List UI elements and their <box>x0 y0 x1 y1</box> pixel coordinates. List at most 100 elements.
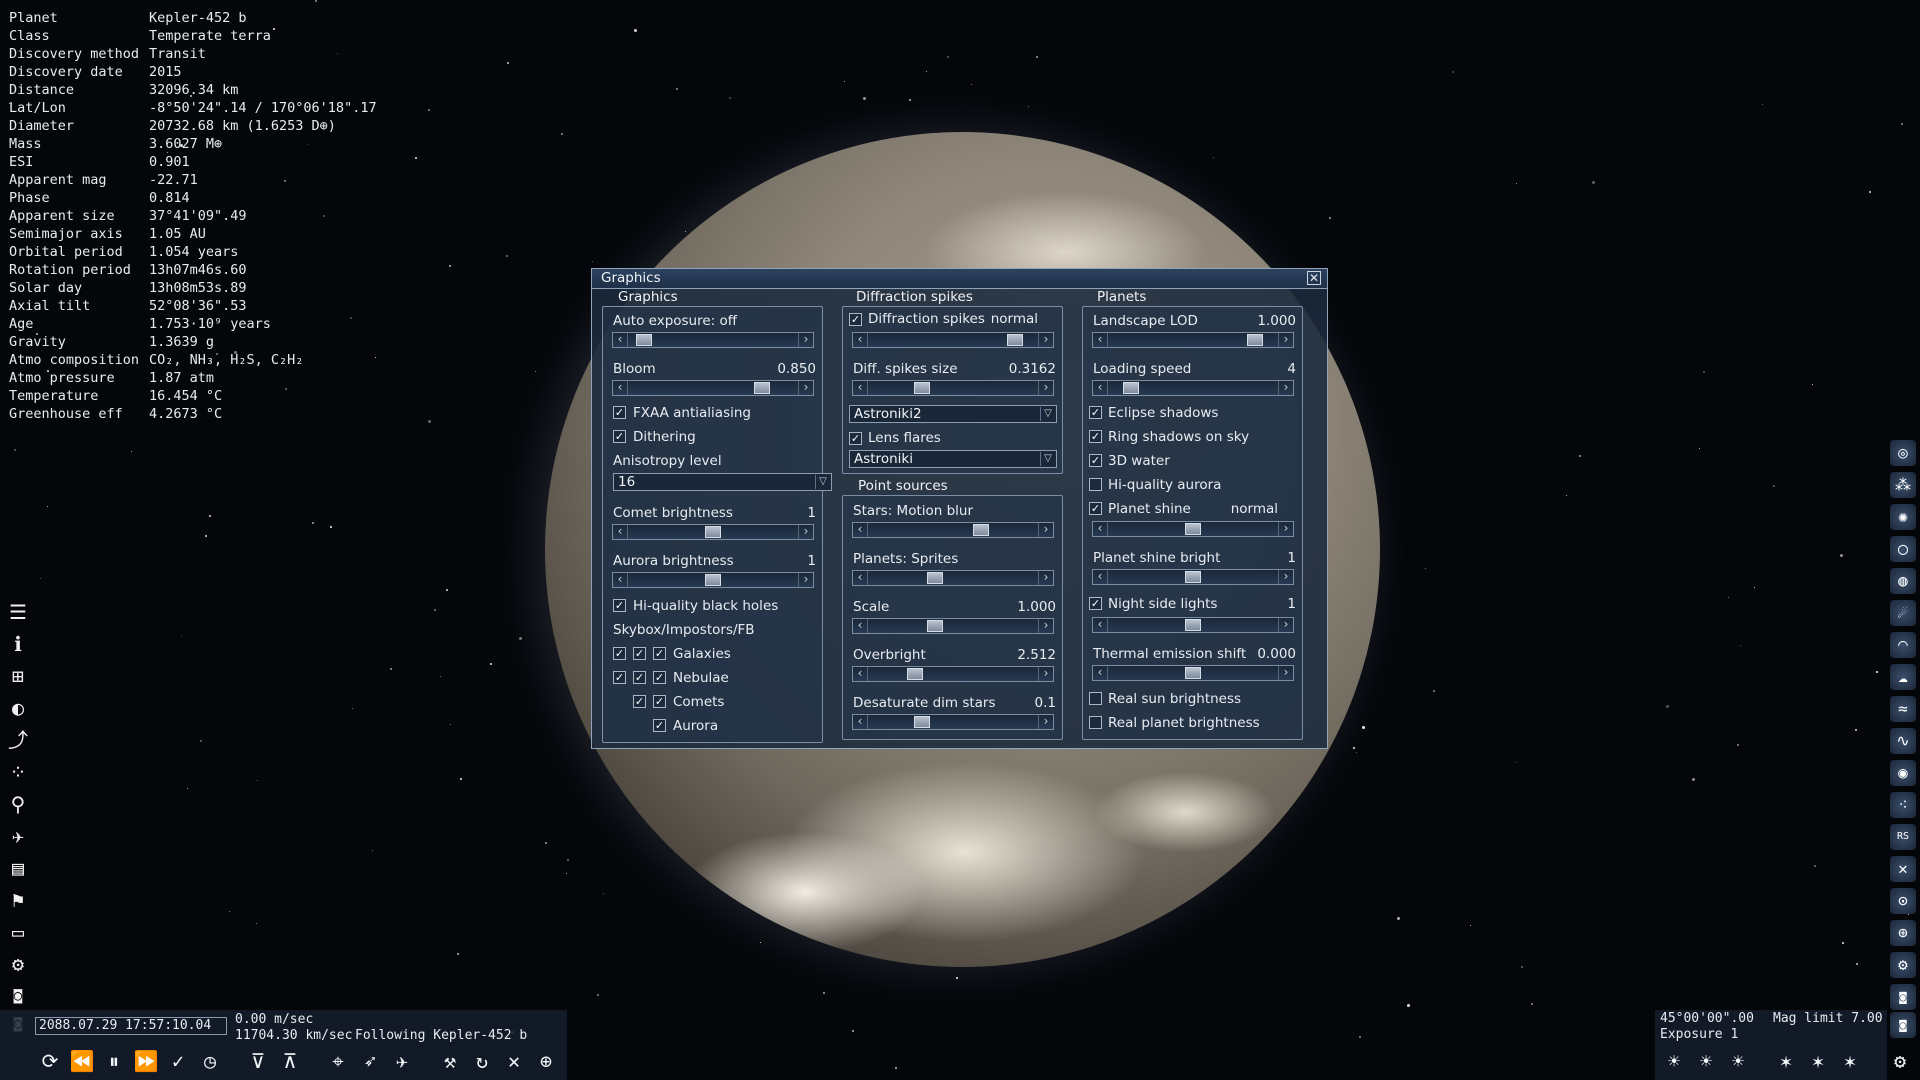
aurora-icon[interactable]: ∿ <box>1890 728 1916 754</box>
comets-impostors-checkbox[interactable]: ✓ <box>633 695 646 708</box>
gear-icon[interactable]: ⚙ <box>6 952 30 976</box>
lens-flares-preset-dropdown[interactable]: Astroniki ▽ <box>849 450 1057 468</box>
nebulae-impostors-checkbox[interactable]: ✓ <box>633 671 646 684</box>
chevron-left-icon[interactable]: ‹ <box>853 333 868 347</box>
chevron-left-icon[interactable]: ‹ <box>613 573 628 587</box>
hq-black-holes-checkbox[interactable]: ✓ <box>613 599 626 612</box>
planet-ring-icon[interactable]: ◍ <box>1890 568 1916 594</box>
swing-icon[interactable]: ↻ <box>468 1047 496 1075</box>
planet-shine-checkbox[interactable]: ✓ <box>1089 502 1102 515</box>
chevron-right-icon[interactable]: › <box>798 573 813 587</box>
scale-slider[interactable]: ‹ › <box>852 618 1054 634</box>
nebulae-fb-checkbox[interactable]: ✓ <box>653 671 666 684</box>
anisotropy-dropdown[interactable]: 16 ▽ <box>613 473 832 491</box>
diffraction-spikes-slider[interactable]: ‹ › <box>852 332 1054 348</box>
chevron-left-icon[interactable]: ‹ <box>613 333 628 347</box>
night-side-lights-slider[interactable]: ‹ › <box>1092 617 1294 633</box>
screenshot-icon[interactable]: ◙ <box>6 984 30 1008</box>
orbit-icon[interactable]: ⤴ <box>6 728 30 752</box>
chevron-right-icon[interactable]: › <box>1278 570 1293 584</box>
chevron-right-icon[interactable]: › <box>1278 522 1293 536</box>
menu-icon[interactable]: ☰ <box>6 600 30 624</box>
flag-icon[interactable]: ⚑ <box>6 888 30 912</box>
cloud-icon[interactable]: ☁ <box>1890 664 1916 690</box>
galaxies-impostors-checkbox[interactable]: ✓ <box>633 647 646 660</box>
wave-icon[interactable]: ≈ <box>1890 696 1916 722</box>
monitor-icon[interactable]: ▭ <box>6 920 30 944</box>
circle-target-icon[interactable]: ⊙ <box>1890 888 1916 914</box>
nebulae-skybox-checkbox[interactable]: ✓ <box>613 671 626 684</box>
slider-thumb[interactable] <box>754 382 771 394</box>
rewind-icon[interactable]: ⏪ <box>68 1047 96 1075</box>
loading-speed-slider[interactable]: ‹ › <box>1092 380 1294 396</box>
comet-brightness-slider[interactable]: ‹ › <box>612 524 814 540</box>
auto-exposure-slider[interactable]: ‹ › <box>612 332 814 348</box>
descend-icon[interactable]: ⊽ <box>244 1047 272 1075</box>
landscape-lod-slider[interactable]: ‹ › <box>1092 332 1294 348</box>
spikes-preset-dropdown[interactable]: Astroniki2 ▽ <box>849 405 1057 423</box>
aurora-fb-checkbox[interactable]: ✓ <box>653 719 666 732</box>
chevron-right-icon[interactable]: › <box>1038 523 1053 537</box>
chart-icon[interactable]: ⊞ <box>6 664 30 688</box>
chevron-left-icon[interactable]: ‹ <box>1093 333 1108 347</box>
comets-fb-checkbox[interactable]: ✓ <box>653 695 666 708</box>
chevron-left-icon[interactable]: ‹ <box>853 571 868 585</box>
pause-icon[interactable]: ⏸ <box>100 1047 128 1075</box>
chevron-right-icon[interactable]: › <box>1038 571 1053 585</box>
fast-forward-icon[interactable]: ⏩ <box>132 1047 160 1075</box>
slider-thumb[interactable] <box>972 524 989 536</box>
galaxies-skybox-checkbox[interactable]: ✓ <box>613 647 626 660</box>
3d-water-checkbox[interactable]: ✓ <box>1089 454 1102 467</box>
stars-slider[interactable]: ‹ › <box>852 522 1054 538</box>
datetime-field[interactable]: 2088.07.29 17:57:10.04 <box>35 1017 227 1035</box>
chevron-left-icon[interactable]: ‹ <box>1093 570 1108 584</box>
refresh-icon[interactable]: ⟳ <box>36 1047 64 1075</box>
chevron-right-icon[interactable]: › <box>1278 333 1293 347</box>
slider-thumb[interactable] <box>1246 334 1263 346</box>
rs-icon[interactable]: RS <box>1890 824 1916 850</box>
brightness-high-icon[interactable]: ☀ <box>1724 1047 1752 1075</box>
right-screenshot-icon[interactable]: ◙ <box>1890 984 1916 1010</box>
slider-thumb[interactable] <box>635 334 652 346</box>
slider-thumb[interactable] <box>914 716 931 728</box>
chevron-left-icon[interactable]: ‹ <box>613 381 628 395</box>
spikes-size-slider[interactable]: ‹ › <box>852 380 1054 396</box>
slider-thumb[interactable] <box>914 382 931 394</box>
comet-icon[interactable]: ☄ <box>1890 600 1916 626</box>
target-icon[interactable]: ⊕ <box>532 1047 560 1075</box>
star-cluster-icon[interactable]: ⁂ <box>1890 472 1916 498</box>
ring-shadows-checkbox[interactable]: ✓ <box>1089 430 1102 443</box>
night-side-lights-checkbox[interactable]: ✓ <box>1089 597 1102 610</box>
chevron-right-icon[interactable]: › <box>1038 667 1053 681</box>
globe-icon[interactable]: ⊕ <box>1890 920 1916 946</box>
chevron-left-icon[interactable]: ‹ <box>853 381 868 395</box>
lens-flares-checkbox[interactable]: ✓ <box>849 432 862 445</box>
slider-thumb[interactable] <box>705 526 721 538</box>
close-icon[interactable]: ✕ <box>1307 271 1321 285</box>
chevron-right-icon[interactable]: › <box>798 525 813 539</box>
slider-thumb[interactable] <box>705 574 721 586</box>
orbit-curve-icon[interactable]: ◠ <box>1890 632 1916 658</box>
slider-thumb[interactable] <box>1123 382 1140 394</box>
dialog-title-bar[interactable]: Graphics ✕ <box>592 269 1327 289</box>
settings-gear-icon[interactable]: ⚙ <box>1886 1047 1914 1075</box>
chevron-left-icon[interactable]: ‹ <box>1093 381 1108 395</box>
chevron-left-icon[interactable]: ‹ <box>613 525 628 539</box>
slider-thumb[interactable] <box>1185 571 1201 583</box>
right-gear-icon[interactable]: ⚙ <box>1890 952 1916 978</box>
fxaa-checkbox[interactable]: ✓ <box>613 406 626 419</box>
star-low-icon[interactable]: ✶ <box>1772 1047 1800 1075</box>
chevron-right-icon[interactable]: › <box>1278 381 1293 395</box>
chevron-right-icon[interactable]: › <box>1038 381 1053 395</box>
star-mid-icon[interactable]: ✶ <box>1804 1047 1832 1075</box>
dithering-checkbox[interactable]: ✓ <box>613 430 626 443</box>
chevron-left-icon[interactable]: ‹ <box>1093 618 1108 632</box>
nebula-icon[interactable]: ✺ <box>1890 504 1916 530</box>
brightness-low-icon[interactable]: ☀ <box>1660 1047 1688 1075</box>
chevron-right-icon[interactable]: › <box>1038 715 1053 729</box>
aurora-brightness-slider[interactable]: ‹ › <box>612 572 814 588</box>
chevron-right-icon[interactable]: › <box>1038 333 1053 347</box>
chevron-left-icon[interactable]: ‹ <box>853 619 868 633</box>
chevron-right-icon[interactable]: › <box>798 333 813 347</box>
chevron-down-icon[interactable]: ▽ <box>1040 407 1055 421</box>
